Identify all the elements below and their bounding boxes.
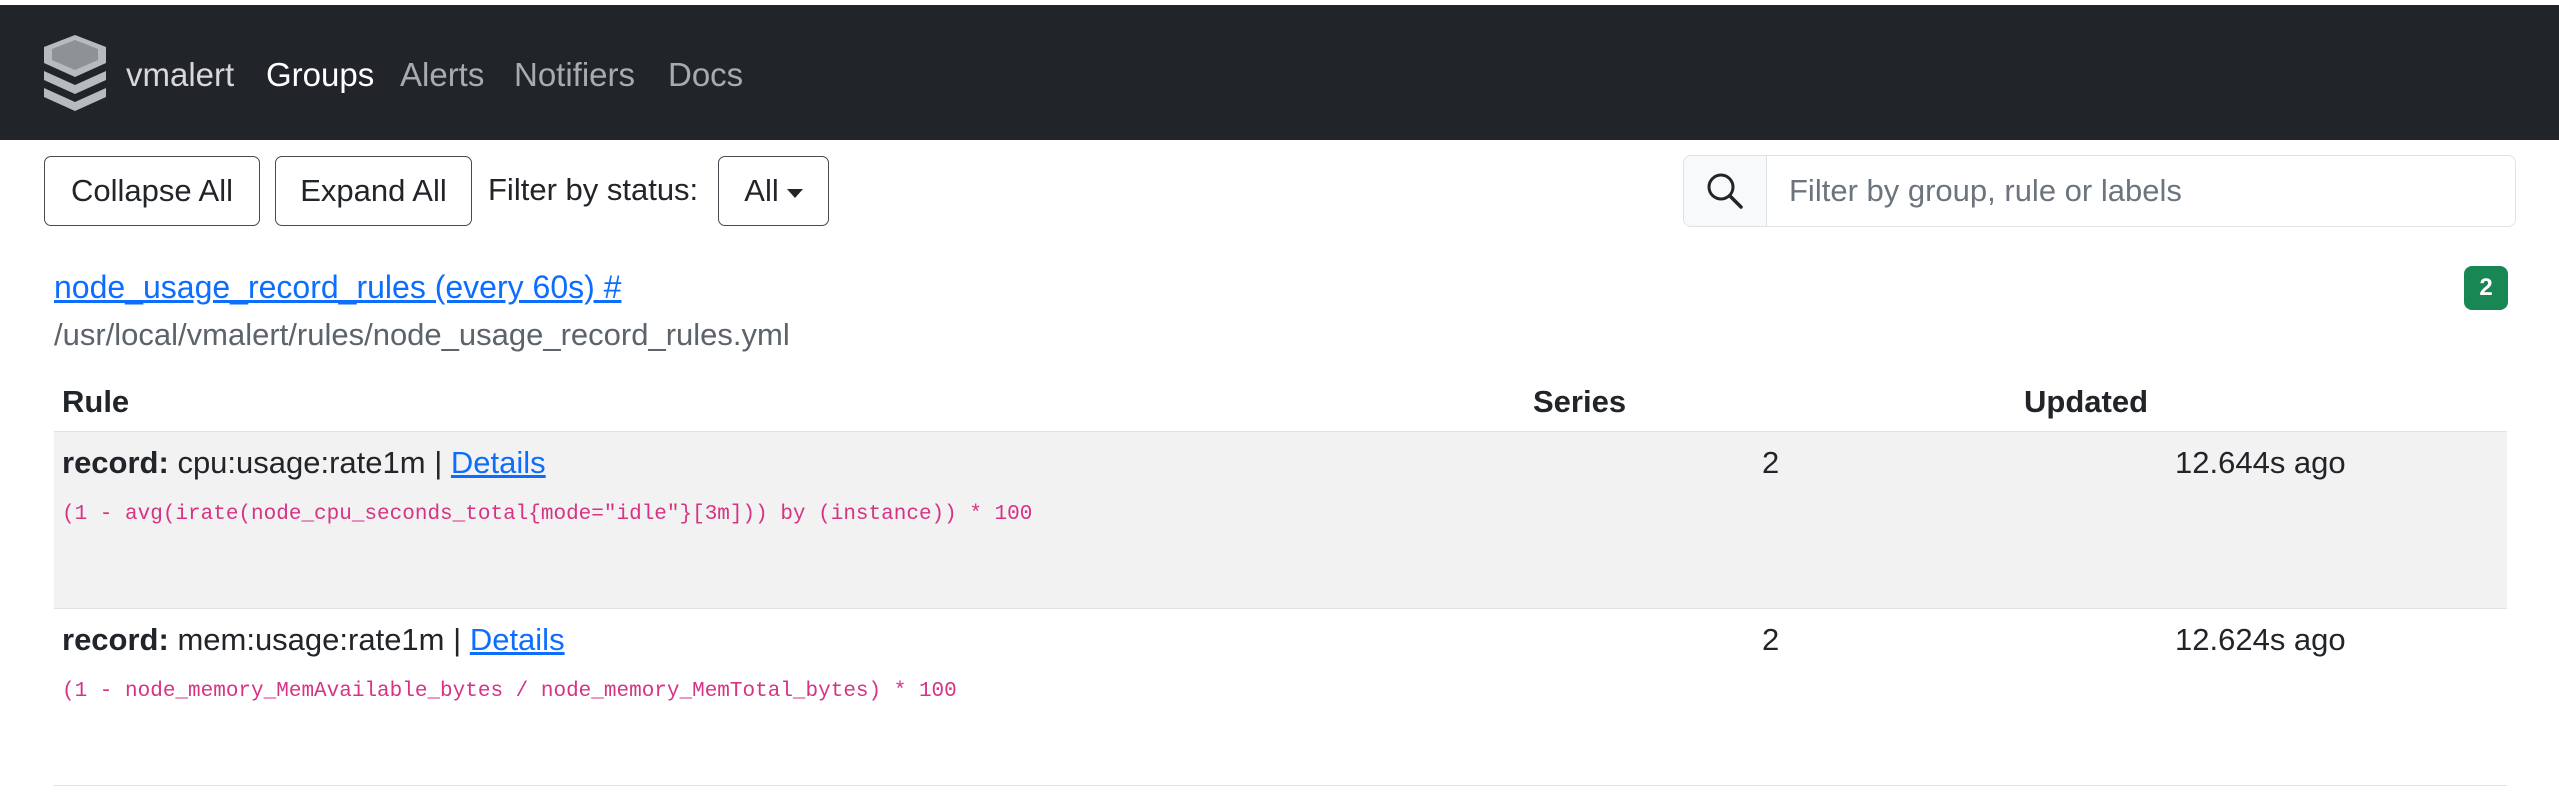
rule-name: mem:usage:rate1m: [177, 622, 445, 657]
rule-name: cpu:usage:rate1m: [177, 445, 426, 480]
table-row[interactable]: record: mem:usage:rate1m | Details (1 - …: [54, 609, 2507, 786]
search-group: [1683, 155, 2516, 227]
brand-name[interactable]: vmalert: [126, 55, 234, 95]
status-dropdown-value: All: [744, 173, 779, 208]
group-file-path: /usr/local/vmalert/rules/node_usage_reco…: [54, 317, 790, 352]
rule-expression: (1 - node_memory_MemAvailable_bytes / no…: [62, 680, 957, 703]
search-addon: [1684, 156, 1767, 226]
rule-details-link[interactable]: Details: [451, 445, 546, 480]
nav-link-docs[interactable]: Docs: [668, 55, 743, 95]
vmalert-logo-icon[interactable]: [40, 33, 110, 113]
rule-line: record: cpu:usage:rate1m | Details: [62, 443, 546, 483]
rule-line: record: mem:usage:rate1m | Details: [62, 620, 565, 660]
rules-count-badge: 2: [2464, 266, 2508, 310]
rule-series-count: 2: [1762, 622, 1780, 657]
header-rule: Rule: [62, 384, 130, 419]
expand-all-button[interactable]: Expand All: [275, 156, 472, 226]
rule-expression: (1 - avg(irate(node_cpu_seconds_total{mo…: [62, 503, 1033, 526]
rules-table: Rule Series Updated record: cpu:usage:ra…: [54, 378, 2507, 786]
rule-type-label: record:: [62, 445, 169, 480]
rule-updated-time: 12.644s ago: [2175, 445, 2346, 480]
search-icon: [1707, 173, 1743, 209]
nav-link-alerts[interactable]: Alerts: [400, 55, 484, 95]
filter-status-label: Filter by status:: [488, 172, 699, 207]
nav-link-notifiers[interactable]: Notifiers: [514, 55, 635, 95]
header-updated: Updated: [2024, 384, 2148, 419]
rule-updated-time: 12.624s ago: [2175, 622, 2346, 657]
nav-link-groups[interactable]: Groups: [266, 55, 374, 95]
navbar: vmalert Groups Alerts Notifiers Docs: [0, 5, 2559, 140]
header-series: Series: [1533, 384, 1627, 419]
rule-separator: |: [453, 622, 462, 657]
table-header: Rule Series Updated: [54, 378, 2507, 432]
caret-down-icon: [786, 188, 803, 198]
group-title-link[interactable]: node_usage_record_rules (every 60s) #: [54, 267, 621, 307]
rule-type-label: record:: [62, 622, 169, 657]
status-dropdown[interactable]: All: [718, 156, 829, 226]
table-row[interactable]: record: cpu:usage:rate1m | Details (1 - …: [54, 432, 2507, 609]
collapse-all-button[interactable]: Collapse All: [44, 156, 260, 226]
search-input[interactable]: [1767, 156, 2515, 226]
rule-details-link[interactable]: Details: [470, 622, 565, 657]
rule-separator: |: [434, 445, 443, 480]
rule-series-count: 2: [1762, 445, 1780, 480]
